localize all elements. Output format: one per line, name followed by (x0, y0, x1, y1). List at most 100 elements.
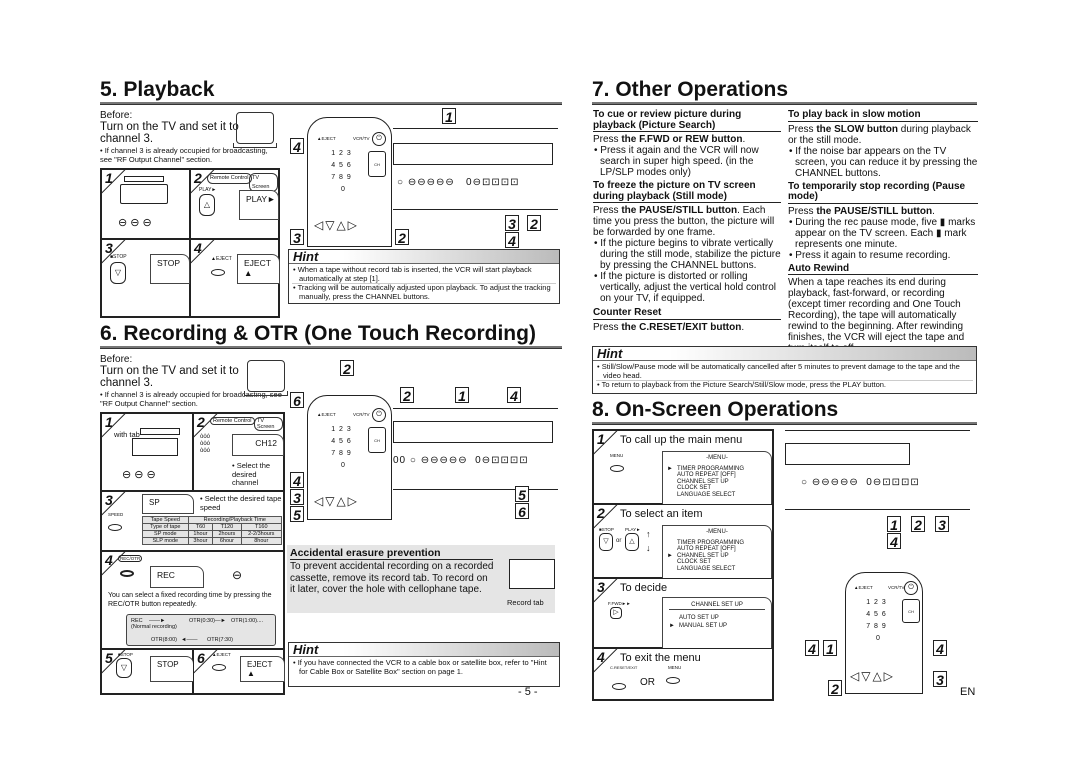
section5-hint-box: Hint • When a tape without record tab is… (288, 249, 560, 304)
hint-item: • When a tape without record tab is inse… (292, 265, 556, 284)
cassette-slot-icon (140, 428, 180, 435)
remote-transport-buttons: ◁▽△▷ (850, 669, 895, 683)
counter-reset-block: Counter Reset Press the C.RESET/EXIT but… (593, 307, 781, 333)
menu-item-label: LANGUAGE SELECT (677, 491, 736, 498)
vcr-indicator-buttons: ○ ⊖⊖⊖⊖⊖ 0⊖⊡⊡⊡⊡ (801, 477, 920, 488)
otr-step: OTR(0:30) (189, 618, 215, 624)
tv-screen-display: EJECT ▲ (240, 656, 285, 682)
hint-title: Hint (289, 250, 559, 264)
channel-rocker-icon: CH (902, 599, 920, 623)
power-button-icon: ⏻ (904, 581, 918, 595)
creset-button-label: C.RESET/EXIT (610, 665, 638, 670)
table-row: SP mode 1hour 2hours 2-2/3hours (142, 530, 283, 538)
step-number: 6 (197, 650, 205, 666)
menu-title: -MENU- (706, 455, 728, 461)
erasure-prevention-box: Accidental erasure prevention To prevent… (287, 545, 555, 613)
menu-item-label: TIMER PROGRAMMING (677, 539, 744, 546)
callout-1: 1 (455, 387, 469, 404)
number-buttons-icon: ȯȯȯ ȯȯȯ ȯȯȯ (200, 434, 211, 454)
menu-item-label: AUTO REPEAT [OFF] (677, 546, 736, 552)
play-button-label: PLAY► (199, 187, 217, 193)
stop-button-icon: ▽ (110, 262, 126, 284)
tape-speed-table: Tape Speed Recording/Playback Time Type o… (142, 516, 283, 545)
tv-menu-screen: -MENU- TIMER PROGRAMMING AUTO REPEAT [OFF… (662, 525, 772, 579)
section5-rule (100, 102, 562, 105)
callout-2: 2 (395, 229, 409, 246)
callout-4: 4 (887, 533, 901, 550)
slow-motion-block: To play back in slow motion Press the SL… (788, 109, 978, 179)
remote-control-tag: Remote Control (207, 173, 252, 184)
auto-rewind-text: When a tape reaches its end during playb… (788, 277, 965, 354)
cassette-door-icon (393, 421, 553, 443)
hint-item: • To return to playback from the Picture… (597, 380, 887, 389)
step-5-panel: 5 ■STOP ▽ STOP (101, 649, 194, 694)
vcr-indicator-buttons: ○ ⊖⊖⊖⊖⊖ 0⊖⊡⊡⊡⊡ (397, 177, 520, 188)
menu-button-label: MENU (610, 453, 624, 458)
remote-transport-buttons: ◁▽△▷ (314, 218, 359, 232)
arrow-right-icon: —► (215, 618, 226, 624)
tv-menu-screen: CHANNEL SET UP AUTO SET UP ► MANUAL SET UP (662, 597, 772, 649)
menu-item-label: CHANNEL SET UP (677, 552, 729, 559)
step-number: 5 (105, 650, 113, 666)
record-tab-label: Record tab (507, 598, 544, 607)
play-button-label: PLAY► (625, 527, 641, 532)
vcr-front-panel-diagram: ○ ⊖⊖⊖⊖⊖ 0⊖⊡⊡⊡⊡ (785, 430, 970, 510)
erasure-title: Accidental erasure prevention (290, 547, 493, 560)
bullet-item: • If the noise bar appears on the TV scr… (789, 145, 978, 179)
menu-list: ► TIMER PROGRAMMING AUTO REPEAT [OFF] CHANN… (667, 466, 767, 499)
stop-button-icon: ▽ (116, 658, 132, 678)
block-heading: To play back in slow motion (788, 109, 978, 122)
menu-item: AUTO SET UP (669, 614, 765, 622)
tv-screen-display: STOP (150, 254, 190, 284)
pause-mode-block: To temporarily stop recording (Pause mod… (788, 181, 978, 261)
step-2-panel: 2 Remote Control TV Screen ȯȯȯ ȯȯȯ ȯȯȯ CH1… (193, 413, 284, 491)
eject-button-icon (211, 263, 225, 281)
menu-button-label: MENU (668, 665, 682, 670)
ffwd-button-label: F.FWD►► (608, 601, 631, 606)
auto-rewind-block: Auto Rewind When a tape reaches its end … (788, 263, 978, 354)
tv-screen-tag: TV Screen (254, 417, 283, 431)
creset-button-icon (612, 677, 626, 695)
hint-item: • Tracking will be automatically adjuste… (293, 283, 551, 301)
otr-step: OTR(7:30) (207, 637, 233, 643)
picture-search-block: To cue or review picture during playback… (593, 109, 781, 178)
cassette-door-icon (393, 143, 553, 165)
selection-arrow-icon: ► (669, 623, 675, 629)
block-heading: To temporarily stop recording (Pause mod… (788, 181, 978, 204)
or-label: OR (640, 677, 655, 688)
speed-button-label: SPEED (108, 512, 124, 517)
menu-item-label: CLOCK SET (677, 559, 712, 565)
hint-title: Hint (289, 643, 559, 657)
language-label: EN (960, 686, 976, 698)
menu-item: LANGUAGE SELECT (667, 566, 767, 573)
rec-indicator-light-icon: ⊖ (232, 568, 243, 582)
remote-control-diagram: ▲EJECT VCR/TV ⏻ 1 2 34 5 67 8 9 0 CH ◁▽△… (307, 117, 392, 247)
step-1-panel: 1 with tab ⊖ ⊖ ⊖ (101, 413, 193, 491)
section5-title: 5. Playback (100, 78, 215, 101)
play-button-icon: △ (625, 533, 639, 551)
step-6-panel: 6 ▲EJECT EJECT ▲ (193, 649, 285, 694)
step-3-panel: 3 SPEED SP • Select the desired tape spe… (101, 491, 284, 551)
bullet-item: • If the picture begins to vibrate verti… (594, 238, 781, 271)
remote-eject-label: ▲EJECT (317, 136, 336, 141)
step-number: 1 (105, 414, 113, 430)
section6-rule (100, 346, 562, 349)
menu-item: LANGUAGE SELECT (667, 492, 767, 499)
cassette-slot-icon (124, 176, 164, 182)
remote-control-tag: Remote Control (210, 417, 255, 425)
menu-list: AUTO SET UP ► MANUAL SET UP (669, 614, 765, 630)
vcr-front-panel-diagram: 00 ○ ⊖⊖⊖⊖⊖ 0⊖⊡⊡⊡⊡ (393, 408, 558, 490)
step-note: • Select the desired channel (232, 461, 271, 487)
channel-rocker-icon: CH (368, 427, 386, 453)
step-note: • Select the desired tape speed (200, 494, 282, 512)
callout-4: 4 (507, 387, 521, 404)
up-down-arrow-icon: ↑ ↓ (646, 529, 651, 553)
stop-button-label: ■STOP (110, 254, 127, 260)
play-button-icon: △ (199, 194, 215, 216)
eject-button-label: ▲EJECT (212, 652, 231, 657)
menu-item-label: CHANNEL SET UP (677, 478, 729, 485)
tv-screen-display: EJECT ▲ (237, 254, 280, 284)
still-mode-block: To freeze the picture on TV screen durin… (593, 180, 781, 304)
tv-screen-display: STOP (150, 656, 194, 682)
remote-number-pad: 1 2 34 5 67 8 9 0 (331, 426, 351, 469)
